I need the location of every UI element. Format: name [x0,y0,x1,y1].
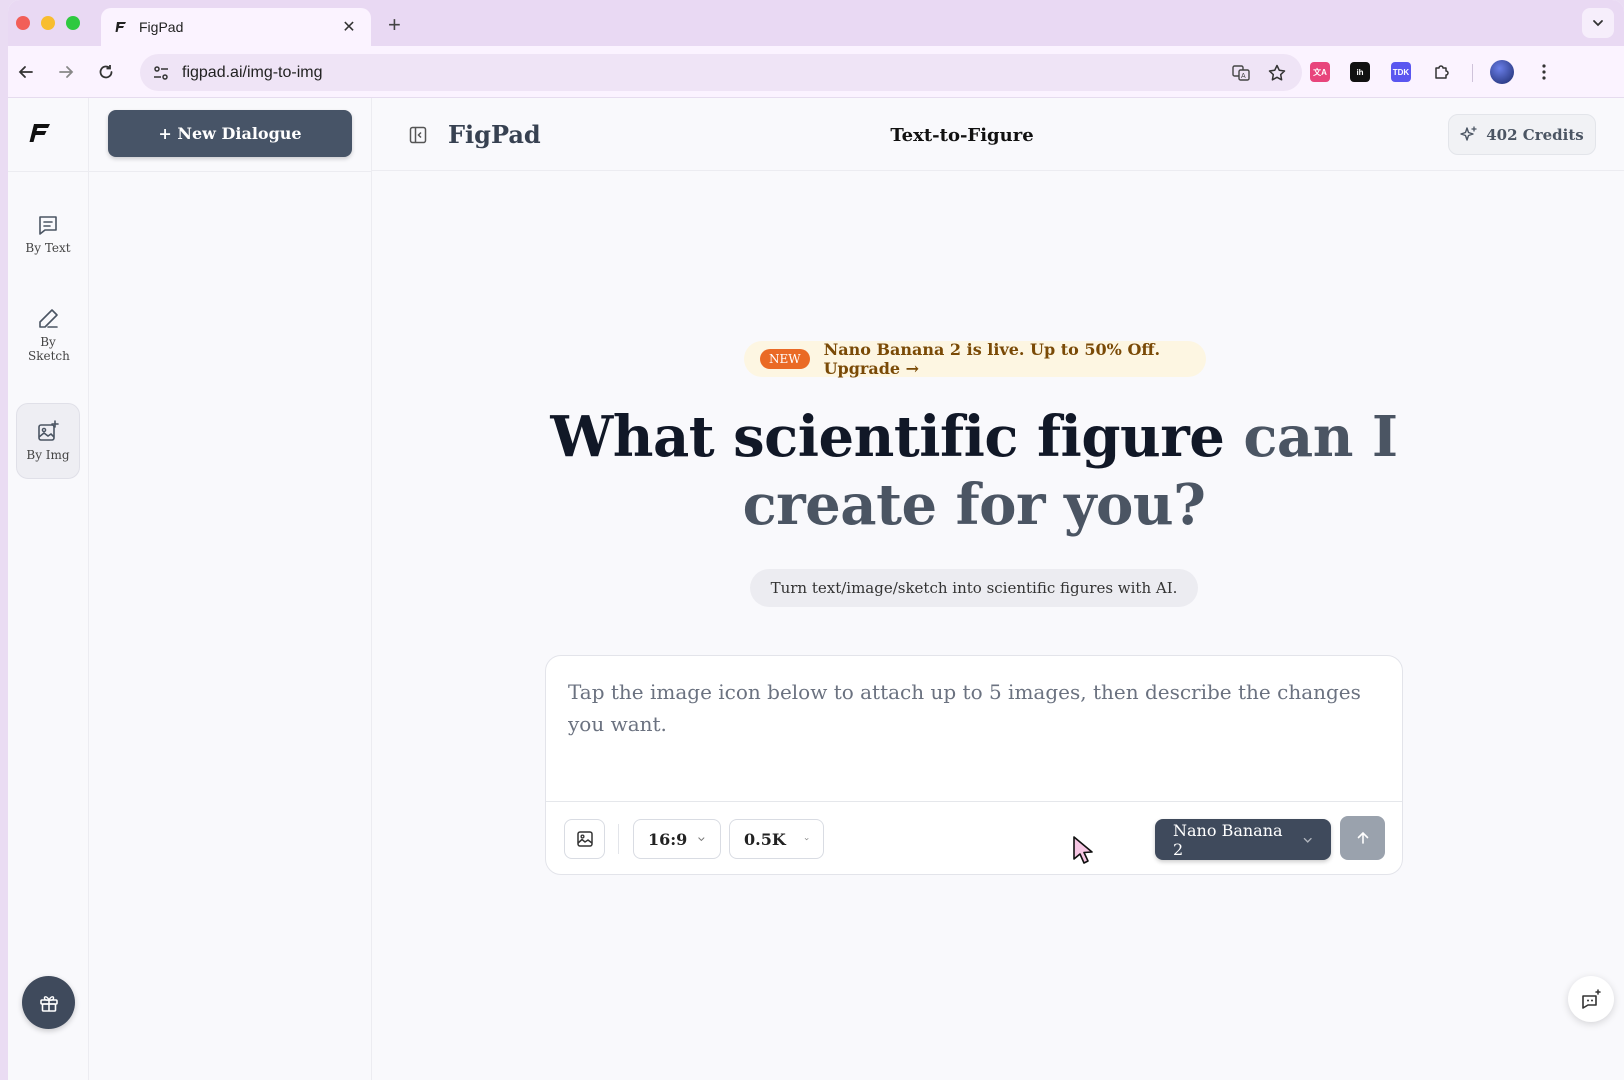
hero-line-2: create for you? [742,472,1206,538]
figpad-logo-icon[interactable] [28,120,54,146]
rail-item-by-img[interactable]: By Img [16,403,80,479]
composer-tool-separator [618,824,619,854]
site-settings-icon[interactable] [152,64,170,82]
chevron-down-icon [698,837,705,842]
bot-sparkle-icon [1582,989,1601,1009]
chevron-down-icon [1593,20,1603,27]
page-title: Text-to-Figure [890,125,1034,146]
promo-banner[interactable]: NEW Nano Banana 2 is live. Up to 50% Off… [744,340,1206,378]
chevron-down-icon [1303,837,1312,843]
extension-translate-icon[interactable]: 文A [1310,62,1330,82]
arrow-left-icon [18,66,33,78]
rail-item-by-sketch[interactable]: By Sketch [16,294,80,376]
close-window-button[interactable] [16,16,30,30]
attach-image-button[interactable] [564,819,605,859]
prompt-input[interactable] [568,676,1378,786]
extensions-puzzle-icon[interactable] [1432,62,1452,82]
reload-button[interactable] [94,60,118,84]
hero-line-1-dark: What scientific figure [550,404,1225,470]
assistant-bot-button[interactable] [1568,976,1614,1022]
resolution-select[interactable]: 0.5K [729,819,824,859]
extension-unhook-icon[interactable]: ih [1350,62,1370,82]
url-text: figpad.ai/img-to-img [182,63,323,81]
image-icon [576,831,593,847]
rail-item-by-text[interactable]: By Text [16,196,80,272]
new-tab-button[interactable]: + [388,12,401,38]
address-bar[interactable]: figpad.ai/img-to-img A [140,54,1302,91]
translate-icon[interactable]: A [1230,62,1252,84]
extension-tdk-icon[interactable]: TDK [1391,62,1411,82]
svg-text:A: A [1241,73,1246,80]
credits-button[interactable]: 402 Credits [1448,114,1596,155]
rail-divider [8,171,89,172]
send-button[interactable] [1340,816,1385,860]
forward-button[interactable] [54,60,78,84]
rail-label-by-img: By Img [26,448,70,462]
chevron-down-icon [804,838,809,841]
hero-subtitle: Turn text/image/sketch into scientific f… [750,569,1198,607]
hero-line-1: What scientific figure can I [372,403,1576,471]
message-icon [39,216,57,235]
new-dialogue-button[interactable]: + New Dialogue [108,110,352,157]
profile-avatar[interactable] [1490,60,1514,84]
aspect-ratio-value: 16:9 [648,829,688,849]
history-sidebar: + New Dialogue [89,98,372,1080]
hero-line-1-muted: can I [1243,404,1398,470]
rail-label-by-sketch: By Sketch [28,335,70,363]
arrow-right-icon [59,66,74,78]
reload-icon [99,65,113,79]
model-name: Nano Banana 2 [1173,820,1283,859]
bookmark-star-icon[interactable] [1266,62,1288,84]
resolution-value: 0.5K [744,829,786,849]
main-content: FigPad Text-to-Figure 402 Credits NEW Na… [372,98,1624,1080]
promo-new-badge: NEW [760,349,810,369]
tab-title: FigPad [139,19,184,35]
gift-icon [39,995,58,1012]
minimize-window-button[interactable] [41,16,55,30]
sparkles-icon [1460,125,1477,141]
pencil-icon [39,309,58,328]
composer-divider [546,801,1402,802]
tab-close-icon[interactable]: ✕ [339,17,359,37]
mouse-pointer-icon [1073,836,1093,864]
prompt-composer: 16:9 0.5K Nano Banana 2 [545,655,1403,875]
toolbar-separator [1472,64,1473,82]
promo-text: Nano Banana 2 is live. Up to 50% Off. Up… [823,340,1161,378]
browser-window: FigPad ✕ + figpad.ai/img-to-img A 文A ih … [8,0,1624,1080]
browser-menu-icon[interactable] [1534,62,1554,82]
tab-search-button[interactable] [1582,8,1614,38]
model-select[interactable]: Nano Banana 2 [1155,819,1331,860]
figpad-favicon-icon [115,22,126,32]
rail-label-by-text: By Text [25,241,71,255]
browser-toolbar: figpad.ai/img-to-img A 文A ih TDK [8,46,1624,98]
credits-count: 402 Credits [1486,125,1584,144]
tab-strip: FigPad ✕ + [8,0,1624,46]
browser-tab[interactable]: FigPad ✕ [101,8,371,46]
history-divider [89,171,372,172]
arrow-up-icon [1357,831,1368,844]
back-button[interactable] [14,60,38,84]
app-root: By Text By Sketch By Img + New Dialogue [8,98,1624,1080]
image-plus-icon [38,420,59,441]
app-header: FigPad Text-to-Figure 402 Credits [372,98,1624,171]
gift-button[interactable] [22,976,75,1029]
hero-heading: What scientific figure can I create for … [372,403,1576,539]
mode-rail: By Text By Sketch By Img [8,98,89,1080]
maximize-window-button[interactable] [66,16,80,30]
aspect-ratio-select[interactable]: 16:9 [633,819,721,859]
